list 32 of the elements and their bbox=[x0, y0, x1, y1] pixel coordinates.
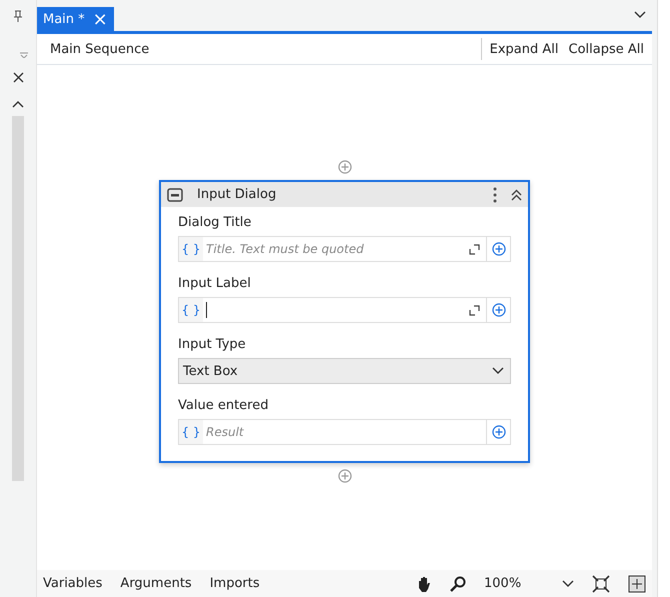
collapse-icon[interactable] bbox=[511, 188, 522, 200]
field-label: Input Label bbox=[178, 276, 252, 291]
bottom-tab[interactable]: Variables bbox=[43, 576, 102, 591]
chevron-down-icon[interactable] bbox=[492, 367, 504, 375]
menu-icon[interactable] bbox=[20, 52, 28, 58]
breadcrumb: Main Sequence bbox=[50, 42, 150, 56]
more-icon[interactable] bbox=[493, 186, 497, 202]
overview-icon[interactable] bbox=[628, 574, 646, 592]
scrollbar-thumb[interactable] bbox=[12, 116, 24, 481]
zoom-level[interactable]: 100% bbox=[484, 576, 544, 591]
header-link[interactable]: Collapse All bbox=[568, 42, 644, 56]
field-label: Input Type bbox=[178, 337, 247, 352]
header-link[interactable]: Expand All bbox=[490, 42, 558, 56]
field-label: Value entered bbox=[178, 398, 270, 413]
chevron-down-icon[interactable] bbox=[562, 580, 574, 588]
close-icon[interactable] bbox=[12, 72, 24, 83]
pin-icon[interactable] bbox=[14, 10, 22, 22]
type-dropdown[interactable]: Text Box bbox=[178, 358, 511, 384]
close-icon[interactable]: × bbox=[92, 8, 108, 30]
scroll-up-icon[interactable] bbox=[12, 100, 24, 108]
bottom-tab[interactable]: Imports bbox=[210, 576, 260, 591]
zoom-icon[interactable] bbox=[450, 576, 466, 592]
activity-title: Input Dialog bbox=[197, 187, 278, 202]
hand-icon[interactable] bbox=[416, 576, 432, 592]
add-activity-icon[interactable] bbox=[338, 469, 352, 483]
add-activity-icon[interactable] bbox=[338, 160, 352, 174]
bottom-tab[interactable]: Arguments bbox=[120, 576, 192, 591]
dialog-icon bbox=[167, 188, 183, 202]
document-tab[interactable]: Main * × bbox=[37, 7, 114, 31]
fit-screen-icon[interactable] bbox=[592, 574, 610, 592]
chevron-down-icon[interactable] bbox=[634, 11, 646, 19]
field-label: Dialog Title bbox=[178, 215, 252, 230]
